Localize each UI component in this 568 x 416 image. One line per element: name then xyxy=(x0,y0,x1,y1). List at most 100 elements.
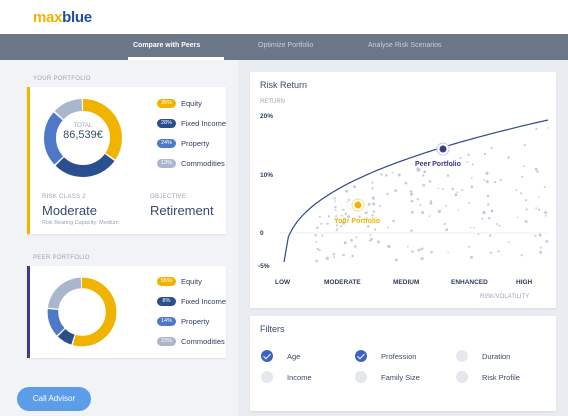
peer-scatter-point xyxy=(353,185,356,189)
peer-scatter-point xyxy=(334,200,336,203)
peer-scatter-point xyxy=(327,215,331,218)
peer-scatter-point xyxy=(364,211,367,215)
allocation-percent-badge: 23% xyxy=(157,336,176,346)
legend-row-equity[interactable]: 35% Equity xyxy=(157,98,202,108)
peer-scatter-point xyxy=(545,240,549,243)
peer-scatter-point xyxy=(336,227,338,230)
peer-scatter-point xyxy=(534,167,538,171)
card-accent-bar xyxy=(27,87,30,234)
peer-scatter-point xyxy=(543,186,546,188)
peer-allocation-donut xyxy=(47,277,117,347)
peer-scatter-point xyxy=(441,188,444,191)
peer-scatter-point xyxy=(334,209,337,212)
legend-row-equity[interactable]: 55% Equity xyxy=(157,276,202,286)
filter-income[interactable]: Income xyxy=(261,370,312,384)
peer-scatter-point xyxy=(348,198,351,201)
peer-scatter-point xyxy=(333,256,336,259)
maxblue-logo[interactable]: maxblue xyxy=(33,9,92,26)
filter-profession[interactable]: Profession xyxy=(355,349,416,363)
filter-age[interactable]: Age xyxy=(261,349,300,363)
peer-scatter-point xyxy=(521,175,524,178)
peer-scatter-point xyxy=(490,146,493,149)
peer-scatter-point xyxy=(497,250,500,253)
peer-scatter-point xyxy=(490,209,494,213)
peer-portfolio-dot xyxy=(439,145,447,153)
peer-scatter-point xyxy=(318,215,321,218)
legend-row-fixed-income[interactable]: 28% Fixed Income xyxy=(157,118,226,128)
tab-compare-with-peers[interactable]: Compare with Peers xyxy=(133,42,200,49)
peer-scatter-point xyxy=(369,233,372,236)
peer-scatter-point xyxy=(372,210,376,213)
total-value: 86,539€ xyxy=(63,129,103,141)
peer-portfolio-marker[interactable] xyxy=(436,142,450,156)
filter-family-size[interactable]: Family Size xyxy=(355,370,420,384)
peer-scatter-point xyxy=(523,165,525,167)
peer-scatter-point xyxy=(482,210,486,215)
call-advisor-button[interactable]: Call Advisor xyxy=(17,387,91,411)
peer-scatter-point xyxy=(377,240,380,244)
peer-scatter-point xyxy=(459,156,462,159)
legend-row-commodities[interactable]: 23% Commodities xyxy=(157,336,225,346)
peer-scatter-point xyxy=(373,228,377,231)
peer-scatter-point xyxy=(392,219,395,223)
peer-scatter-point xyxy=(423,170,427,174)
peer-scatter-point xyxy=(469,226,472,229)
peer-scatter-point xyxy=(544,211,548,215)
peer-scatter-point xyxy=(411,250,414,253)
peer-scatter-point xyxy=(488,234,492,237)
peer-scatter-point xyxy=(315,259,318,263)
peer-scatter-point xyxy=(420,257,424,261)
peer-scatter-point xyxy=(544,214,547,217)
efficient-frontier-curve xyxy=(283,119,549,263)
checkbox-unchecked-icon[interactable] xyxy=(456,371,468,383)
checkbox-checked-icon[interactable] xyxy=(261,350,273,362)
peer-scatter-point xyxy=(334,206,337,209)
risk-class-value: Moderate xyxy=(42,203,97,218)
peer-scatter-point xyxy=(372,202,376,206)
peer-scatter-point xyxy=(346,201,349,203)
peer-scatter-point xyxy=(485,171,489,175)
filter-risk-profile[interactable]: Risk Profile xyxy=(456,370,520,384)
logo-text-accent: blue xyxy=(62,9,92,26)
peer-scatter-point xyxy=(483,152,486,156)
your-portfolio-label: Your Portfolio xyxy=(334,218,380,225)
filter-label: Age xyxy=(287,351,301,361)
peer-scatter-point xyxy=(367,203,370,206)
peer-scatter-point xyxy=(318,249,321,252)
checkbox-unchecked-icon[interactable] xyxy=(261,371,273,383)
peer-scatter-point xyxy=(538,208,541,211)
peer-scatter-point xyxy=(539,246,542,249)
peer-scatter-point xyxy=(430,200,432,202)
peer-scatter-point xyxy=(481,217,484,220)
allocation-label: Equity xyxy=(181,98,202,108)
allocation-label: Commodities xyxy=(181,336,225,346)
allocation-label: Fixed Income xyxy=(180,296,227,306)
checkbox-checked-icon[interactable] xyxy=(355,350,367,362)
legend-row-commodities[interactable]: 13% Commodities xyxy=(157,158,225,168)
peer-scatter-point xyxy=(342,208,345,211)
your-portfolio-dot xyxy=(354,201,362,209)
peer-scatter-point xyxy=(537,196,540,198)
tab-optimize-portfolio[interactable]: Optimize Portfolio xyxy=(258,42,313,49)
your-portfolio-marker[interactable] xyxy=(351,198,365,212)
allocation-percent-badge: 8% xyxy=(157,296,176,306)
checkbox-unchecked-icon[interactable] xyxy=(456,350,468,362)
legend-row-property[interactable]: 24% Property xyxy=(157,138,209,148)
peer-scatter-point xyxy=(335,215,338,218)
legend-row-fixed-income[interactable]: 8% Fixed Income xyxy=(157,296,226,306)
filter-duration[interactable]: Duration xyxy=(456,349,510,363)
tab-analyse-risk-scenarios[interactable]: Analyse Risk Scenarios xyxy=(368,42,442,49)
peer-scatter-cloud xyxy=(314,127,549,263)
peer-scatter-point xyxy=(397,173,401,177)
peer-scatter-point xyxy=(446,174,450,177)
peer-scatter-point xyxy=(394,258,398,262)
peer-scatter-point xyxy=(467,153,470,156)
risk-class-label: RISK CLASS 2 xyxy=(42,194,86,200)
legend-row-property[interactable]: 14% Property xyxy=(157,316,209,326)
peer-scatter-point xyxy=(410,229,413,232)
peer-scatter-point xyxy=(451,187,455,191)
card-accent-bar xyxy=(27,266,30,358)
peer-scatter-point xyxy=(335,229,338,232)
checkbox-unchecked-icon[interactable] xyxy=(355,371,367,383)
peer-scatter-point xyxy=(477,233,480,236)
